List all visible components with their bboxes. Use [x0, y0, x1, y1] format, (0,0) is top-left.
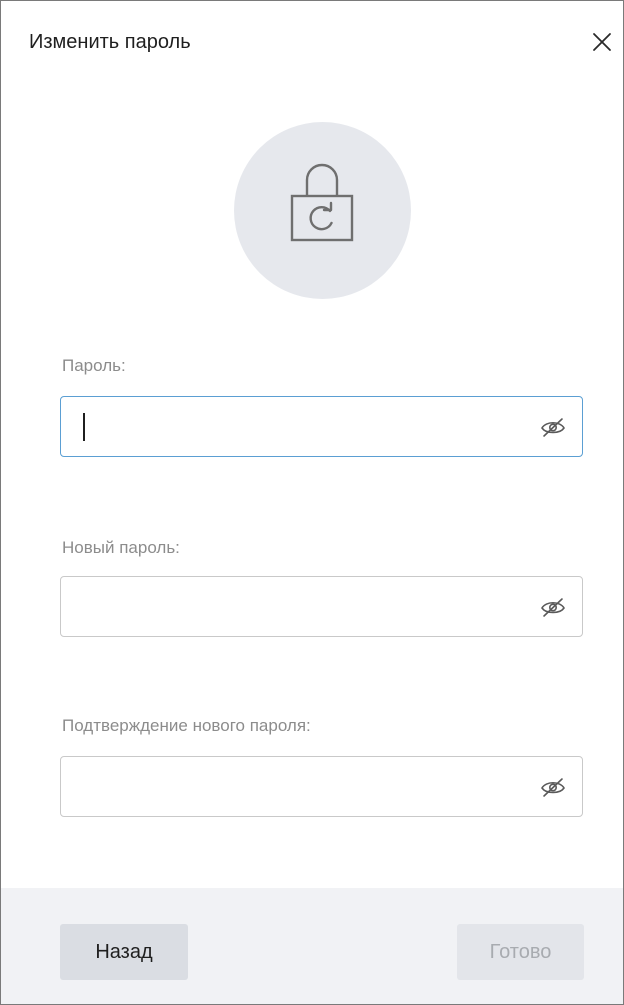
password-input[interactable]: [61, 397, 521, 456]
lock-refresh-icon: [290, 163, 354, 242]
lock-icon-badge: [234, 122, 411, 299]
confirm-password-field[interactable]: [60, 756, 583, 817]
dialog-titlebar: Изменить пароль: [1, 1, 623, 87]
confirm-password-visibility-toggle[interactable]: [540, 776, 566, 798]
close-icon: [593, 33, 611, 51]
dialog-footer: Назад Готово: [1, 888, 623, 1004]
eye-hidden-icon: [541, 778, 565, 797]
password-label: Пароль:: [62, 356, 126, 375]
new-password-input[interactable]: [61, 577, 521, 636]
close-button[interactable]: [589, 29, 615, 55]
text-caret: [83, 413, 85, 441]
password-visibility-toggle[interactable]: [540, 416, 566, 438]
new-password-visibility-toggle[interactable]: [540, 596, 566, 618]
confirm-password-input[interactable]: [61, 757, 521, 816]
back-button[interactable]: Назад: [60, 924, 188, 980]
eye-hidden-icon: [541, 418, 565, 437]
new-password-label: Новый пароль:: [62, 538, 180, 557]
eye-hidden-icon: [541, 598, 565, 617]
password-field[interactable]: [60, 396, 583, 457]
done-button[interactable]: Готово: [457, 924, 584, 980]
confirm-password-label: Подтверждение нового пароля:: [62, 716, 311, 735]
change-password-dialog: Изменить пароль Пароль: Новый пароль: По…: [0, 0, 624, 1005]
dialog-title: Изменить пароль: [29, 31, 191, 53]
new-password-field[interactable]: [60, 576, 583, 637]
